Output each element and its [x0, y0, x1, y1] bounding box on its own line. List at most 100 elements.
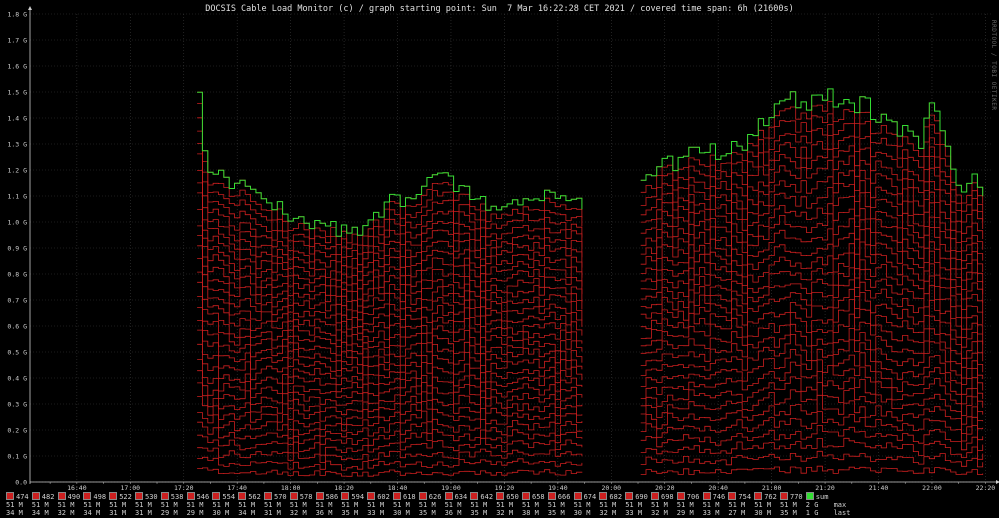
x-tick-label: 20:00	[602, 484, 622, 492]
legend-last-value: 38 M	[522, 509, 539, 517]
legend-swatch	[728, 492, 737, 500]
legend-max-value: 51 M	[780, 501, 797, 509]
x-tick-label: 20:20	[655, 484, 675, 492]
legend-label: 746	[712, 493, 726, 501]
legend-item-698: 698	[651, 492, 674, 501]
legend-last-value: 29 M	[676, 509, 694, 517]
legend-max-value: 51 M	[109, 501, 127, 509]
legend-max-value: 2 G	[805, 501, 819, 509]
legend-last-value: 30 M	[754, 509, 772, 517]
x-tick-label: 21:20	[815, 484, 835, 492]
legend-item-522: 522	[109, 492, 132, 501]
legend-item-554: 554	[212, 492, 235, 501]
legend-label: 602	[377, 493, 390, 501]
legend-label: 482	[41, 493, 55, 501]
y-tick-label: 0.0	[15, 479, 27, 487]
x-tick-label: 17:40	[227, 484, 247, 492]
legend-label: 626	[428, 493, 442, 501]
y-tick-label: 1.4 G	[7, 115, 27, 123]
legend-item-754: 754	[728, 492, 751, 501]
legend-last-value: 31 M	[135, 509, 152, 517]
legend-swatch	[676, 492, 685, 500]
legend-swatch	[83, 492, 92, 500]
legend-last-value: 33 M	[625, 509, 643, 517]
legend-item-474: 474	[6, 492, 29, 501]
legend-swatch	[57, 492, 66, 500]
legend-max-value: 51 M	[547, 501, 565, 509]
legend-label: 762	[764, 493, 777, 501]
legend-swatch	[780, 492, 788, 500]
y-tick-label: 1.0 G	[7, 219, 27, 227]
legend-last-value: 35 M	[341, 509, 359, 517]
legend-swatch	[496, 492, 505, 500]
legend-item-658: 658	[522, 492, 545, 501]
x-tick-label: 21:40	[869, 484, 889, 492]
legend-last-value: 29 M	[160, 509, 178, 517]
legend-label: 562	[248, 493, 261, 501]
legend-last-value: 30 M	[212, 509, 230, 517]
legend-swatch	[31, 492, 40, 500]
x-tick-label: 17:00	[121, 484, 141, 492]
legend-max-value: 51 M	[315, 501, 333, 509]
y-tick-label: 1.5 G	[7, 89, 27, 97]
load-chart: 0.0 0.1 G 0.2 G 0.3 G 0.4 G 0.5 G 0.6 G 0.7 G 0.…	[7, 6, 999, 492]
legend-max-value: 51 M	[625, 501, 643, 509]
legend-item-690: 690	[625, 492, 648, 501]
y-tick-label: 0.6 G	[7, 323, 27, 331]
legend-label: 706	[686, 493, 700, 501]
legend-row-label-max: max	[833, 501, 847, 509]
x-tick-label: 16:40	[67, 484, 87, 492]
legend-swatch	[444, 492, 453, 500]
legend-last-value: 29 M	[186, 509, 204, 517]
y-tick-label: 0.2 G	[7, 427, 27, 435]
legend-max-value: 51 M	[238, 501, 256, 509]
legend-swatch	[573, 492, 582, 500]
legend-max-value: 51 M	[522, 501, 539, 509]
y-tick-label: 0.3 G	[7, 401, 27, 409]
legend-item-666: 666	[547, 492, 571, 501]
legend-last-value: 34 M	[83, 509, 101, 517]
legend-item-594: 594	[341, 492, 364, 501]
x-tick-label: 19:40	[548, 484, 568, 492]
legend-last-value: 34 M	[31, 509, 49, 517]
legend-label: 522	[119, 493, 132, 501]
legend-row-label-last: last	[833, 509, 851, 517]
legend-max-value: 51 M	[651, 501, 668, 509]
legend-max-value: 51 M	[367, 501, 385, 509]
legend-item-570: 570	[264, 492, 287, 501]
legend-last-value: 30 M	[393, 509, 410, 517]
legend-item-530: 530	[135, 492, 158, 501]
legend-max-value: 51 M	[31, 501, 49, 509]
legend-max-value: 51 M	[186, 501, 204, 509]
x-tick-label: 18:20	[334, 484, 354, 492]
legend-swatch	[522, 492, 530, 500]
legend-swatch	[186, 492, 195, 500]
legend-item-642: 642	[470, 492, 493, 501]
legend-item-562: 562	[238, 492, 261, 501]
legend-item-498: 498	[83, 492, 106, 501]
legend-item-674: 674	[573, 492, 596, 501]
legend-swatch	[651, 492, 659, 500]
legend-label: 554	[222, 493, 236, 501]
legend-last-value: 34 M	[6, 509, 23, 517]
legend-label: sum	[815, 493, 829, 501]
y-tick-label: 1.8 G	[7, 11, 27, 19]
legend-label: 770	[790, 493, 803, 501]
legend-item-586: 586	[315, 492, 339, 501]
legend-label: 490	[67, 493, 81, 501]
legend-max-value: 51 M	[599, 501, 617, 509]
legend-swatch	[625, 492, 634, 500]
legend-label: 666	[557, 493, 571, 501]
legend-swatch	[109, 492, 118, 500]
legend-label: 682	[609, 493, 623, 501]
y-tick-label: 0.1 G	[7, 453, 27, 461]
legend-label: 538	[170, 493, 184, 501]
x-tick-label: 22:00	[922, 484, 942, 492]
legend-label: 586	[325, 493, 339, 501]
legend-item-sum: sum	[805, 492, 829, 501]
legend-max-value: 51 M	[496, 501, 514, 509]
legend-label: 530	[145, 493, 158, 501]
legend-max-value: 51 M	[754, 501, 772, 509]
x-tick-label: 19:00	[441, 484, 461, 492]
legend-max-value: 51 M	[573, 501, 591, 509]
